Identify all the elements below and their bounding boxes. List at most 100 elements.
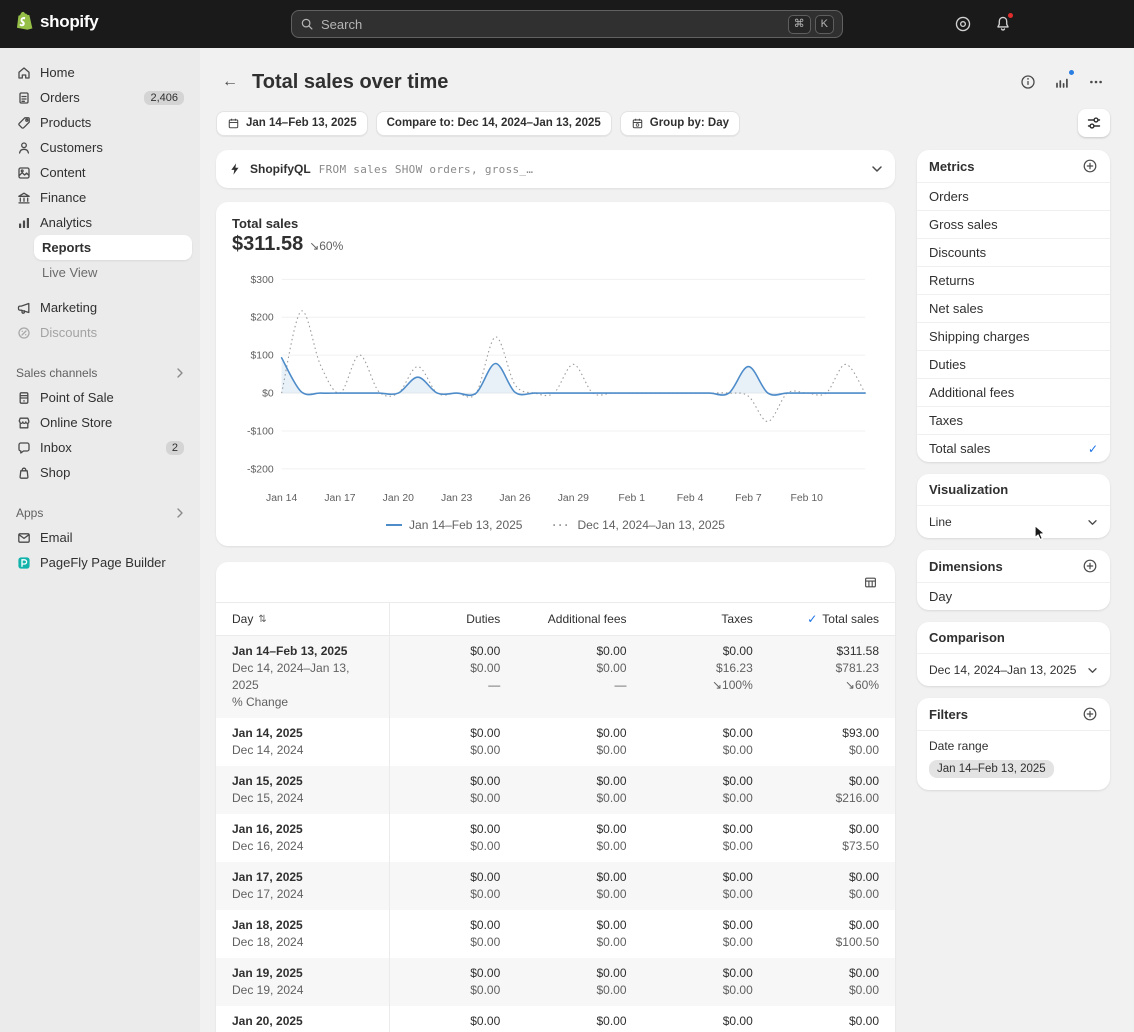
calendar-clock-icon [631, 117, 644, 130]
info-button[interactable] [1014, 68, 1042, 96]
dimension-option-day[interactable]: Day [917, 582, 1110, 610]
visualization-select[interactable]: Line [917, 505, 1110, 538]
table-row[interactable]: Jan 19, 2025Dec 19, 2024$0.00$0.00$0.00$… [216, 958, 895, 1006]
notifications-button[interactable] [987, 8, 1019, 40]
cell-taxes: $0.00$16.23↘100% [643, 636, 769, 718]
more-button[interactable] [1082, 68, 1110, 96]
metric-option-shipping-charges[interactable]: Shipping charges [917, 322, 1110, 350]
sidebar-item-reports[interactable]: Reports [34, 235, 192, 260]
table-row[interactable]: Jan 14, 2025Dec 14, 2024$0.00$0.00$0.00$… [216, 718, 895, 766]
value-current: $0.00 [406, 821, 500, 838]
sidebar-item-shop[interactable]: Shop [8, 460, 192, 485]
value-current: $0.00 [532, 917, 626, 934]
customize-panel-button[interactable] [1078, 109, 1110, 137]
value-current: Jan 14–Feb 13, 2025 [232, 643, 373, 660]
table-row[interactable]: Jan 14–Feb 13, 2025Dec 14, 2024–Jan 13, … [216, 636, 895, 718]
comparison-select[interactable]: Dec 14, 2024–Jan 13, 2025 [917, 653, 1110, 686]
date-range-chip[interactable]: Jan 14–Feb 13, 2025 [216, 111, 368, 136]
value-comparison: $0.00 [532, 934, 626, 951]
group-by-chip[interactable]: Group by: Day [620, 111, 740, 136]
sidebar-item-analytics[interactable]: Analytics [8, 210, 192, 235]
shopifyql-bar[interactable]: ShopifyQL FROM sales SHOW orders, gross_… [216, 150, 895, 188]
sidebar-item-home[interactable]: Home [8, 60, 192, 85]
add-filter-button[interactable] [1082, 706, 1098, 722]
table-view-button[interactable] [857, 569, 883, 595]
sidebar-item-orders[interactable]: Orders2,406 [8, 85, 192, 110]
svg-text:Jan 29: Jan 29 [558, 493, 589, 504]
alerts-button[interactable] [947, 8, 979, 40]
sidebar-item-marketing[interactable]: Marketing [8, 295, 192, 320]
table-grid-icon [863, 575, 878, 590]
table-row[interactable]: Jan 15, 2025Dec 15, 2024$0.00$0.00$0.00$… [216, 766, 895, 814]
filter-chips-row: Jan 14–Feb 13, 2025 Compare to: Dec 14, … [216, 110, 1110, 136]
column-header-additional-fees[interactable]: Additional fees [516, 603, 642, 635]
svg-text:-$100: -$100 [247, 426, 274, 437]
table-row[interactable]: Jan 17, 2025Dec 17, 2024$0.00$0.00$0.00$… [216, 862, 895, 910]
sidebar-section-apps[interactable]: Apps [8, 501, 192, 525]
sidebar-item-online-store[interactable]: Online Store [8, 410, 192, 435]
svg-text:Jan 14: Jan 14 [266, 493, 297, 504]
sidebar-item-discounts[interactable]: Discounts [8, 320, 192, 345]
metric-option-label: Gross sales [929, 217, 998, 232]
table-row[interactable]: Jan 20, 2025Dec 20, 2024$0.00$0.00$0.00$… [216, 1006, 895, 1032]
topbar-actions [947, 8, 1019, 40]
date-range-filter-chip[interactable]: Jan 14–Feb 13, 2025 [929, 760, 1054, 778]
sort-icon[interactable]: ⇅ [258, 614, 266, 625]
sidebar-item-label: Home [40, 65, 75, 80]
sidebar-item-live-view[interactable]: Live View [34, 260, 192, 285]
table-toolbar [216, 562, 895, 602]
shopify-logo[interactable]: shopify [14, 10, 98, 33]
chevron-down-icon [1087, 667, 1098, 674]
add-dimension-button[interactable] [1082, 558, 1098, 574]
cell-duties: $0.00$0.00 [390, 910, 516, 958]
metric-option-total-sales[interactable]: Total sales✓ [917, 434, 1110, 462]
metric-option-duties[interactable]: Duties [917, 350, 1110, 378]
column-header-duties[interactable]: Duties [390, 603, 516, 635]
sidebar-item-pagefly-page-builder[interactable]: PageFly Page Builder [8, 550, 192, 575]
cmd-key: ⌘ [788, 15, 811, 34]
search-input[interactable]: Search ⌘ K [291, 10, 843, 38]
column-header-total-sales[interactable]: ✓Total sales [769, 603, 895, 635]
sidebar-item-customers[interactable]: Customers [8, 135, 192, 160]
metric-option-gross-sales[interactable]: Gross sales [917, 210, 1110, 238]
sidebar-item-point-of-sale[interactable]: Point of Sale [8, 385, 192, 410]
column-header-taxes[interactable]: Taxes [643, 603, 769, 635]
page-header: ← Total sales over time [216, 68, 1110, 96]
sidebar-item-label: Orders [40, 90, 80, 105]
metric-option-net-sales[interactable]: Net sales [917, 294, 1110, 322]
table-row[interactable]: Jan 16, 2025Dec 16, 2024$0.00$0.00$0.00$… [216, 814, 895, 862]
pagefly-icon [16, 555, 32, 571]
filters-title: Filters [929, 707, 968, 722]
chevron-down-icon[interactable] [871, 165, 883, 173]
check-icon: ✓ [807, 612, 817, 626]
compare-to-chip[interactable]: Compare to: Dec 14, 2024–Jan 13, 2025 [376, 111, 612, 136]
sidebar-item-email[interactable]: Email [8, 525, 192, 550]
sidebar-section-sales-channels[interactable]: Sales channels [8, 361, 192, 385]
metric-option-additional-fees[interactable]: Additional fees [917, 378, 1110, 406]
metric-option-orders[interactable]: Orders [917, 182, 1110, 210]
column-header-day[interactable]: Day⇅ [216, 603, 390, 635]
metric-option-label: Net sales [929, 301, 983, 316]
legend-item-jan-14-feb-13-2025: Jan 14–Feb 13, 2025 [386, 518, 522, 532]
analytics-icon [16, 215, 32, 231]
back-button[interactable]: ← [216, 68, 244, 96]
metric-option-taxes[interactable]: Taxes [917, 406, 1110, 434]
search-shortcut: ⌘ K [788, 15, 834, 34]
table-row[interactable]: Jan 18, 2025Dec 18, 2024$0.00$0.00$0.00$… [216, 910, 895, 958]
sidebar-item-products[interactable]: Products [8, 110, 192, 135]
add-metric-button[interactable] [1082, 158, 1098, 174]
benchmarks-button[interactable] [1048, 68, 1076, 96]
shopify-bag-icon [14, 10, 35, 33]
legend-dots-swatch: ··· [552, 519, 570, 531]
value-current: Jan 16, 2025 [232, 821, 373, 838]
sales-line-chart[interactable]: $300$200$100$0-$100-$200Jan 14Jan 17Jan … [232, 260, 879, 510]
value-current: $0.00 [659, 917, 753, 934]
metric-label: Total sales [232, 216, 879, 231]
sidebar-item-finance[interactable]: Finance [8, 185, 192, 210]
sidebar-item-inbox[interactable]: Inbox2 [8, 435, 192, 460]
value-comparison: ↘100% [659, 677, 753, 694]
metric-option-discounts[interactable]: Discounts [917, 238, 1110, 266]
metric-option-returns[interactable]: Returns [917, 266, 1110, 294]
sidebar-item-content[interactable]: Content [8, 160, 192, 185]
svg-text:Jan 23: Jan 23 [441, 493, 472, 504]
